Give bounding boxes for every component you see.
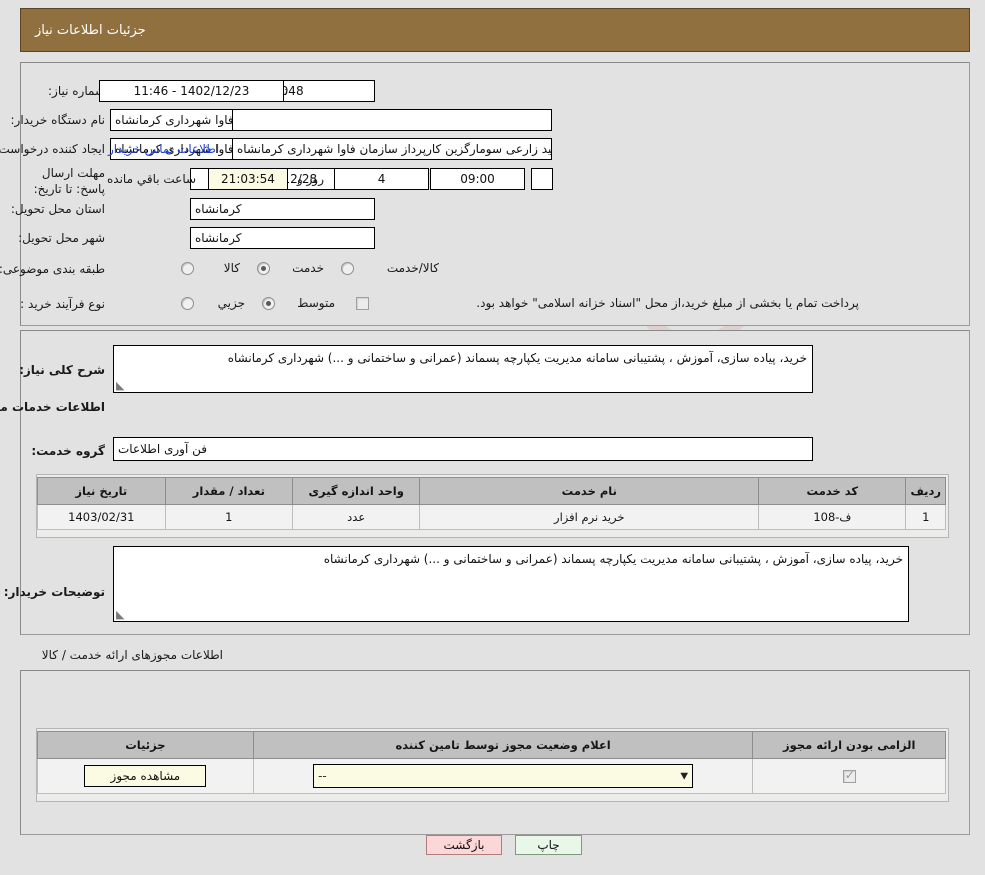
general-desc-textarea[interactable]: خرید، پیاده سازی، آموزش ، پشتیبانی سامان…: [113, 345, 813, 393]
city-label: شهر محل تحویل:: [18, 231, 105, 245]
need-number-label: شماره نیاز:: [48, 84, 105, 98]
buyer-notes-textarea[interactable]: خرید، پیاده سازی، آموزش ، پشتیبانی سامان…: [113, 546, 909, 622]
buyer-org-label: نام دستگاه خریدار:: [10, 113, 106, 127]
province-field[interactable]: کرمانشاه: [190, 198, 375, 220]
th-permit-details: جزئیات: [37, 731, 254, 759]
service-group-field[interactable]: فن آوری اطلاعات: [113, 437, 813, 461]
requester-label: ایجاد کننده درخواست:: [0, 142, 105, 156]
resize-grip-icon[interactable]: ◢: [116, 379, 126, 392]
radio-process-jozii[interactable]: [181, 297, 194, 310]
deadline-time-field[interactable]: 09:00: [430, 168, 525, 190]
permits-table-header-row: الزامی بودن ارائه مجوز اعلام وضعیت مجوز …: [37, 731, 946, 759]
process-label: نوع فرآیند خرید :: [20, 297, 105, 311]
treasury-bonds-checkbox[interactable]: [356, 297, 369, 310]
general-desc-value: خرید، پیاده سازی، آموزش ، پشتیبانی سامان…: [227, 351, 807, 365]
permits-table-wrapper: الزامی بودن ارائه مجوز اعلام وضعیت مجوز …: [36, 728, 949, 802]
radio-category-kala-khedmat-label: کالا/خدمت: [386, 261, 439, 275]
services-table-header-row: ردیف کد خدمت نام خدمت واحد اندازه گیری ت…: [37, 477, 946, 505]
treasury-bonds-text: پرداخت تمام یا بخشی از مبلغ خرید،از محل …: [476, 296, 859, 310]
radio-category-kala-khedmat[interactable]: [341, 262, 354, 275]
remaining-hours-label: ساعت باقي مانده: [107, 172, 197, 186]
cell-permit-details: مشاهده مجوز: [37, 758, 254, 794]
announce-datetime-field[interactable]: 1402/12/23 - 11:46: [99, 80, 284, 102]
table-row: 1 ف-108 خرید نرم افزار عدد 1 1403/02/31: [37, 504, 946, 530]
days-and-label: روز و: [297, 172, 324, 186]
deadline-spacer-field: [531, 168, 553, 190]
cell-permit-required: [752, 758, 946, 794]
remaining-time-field: 21:03:54: [208, 168, 288, 190]
permits-table: الزامی بودن ارائه مجوز اعلام وضعیت مجوز …: [37, 731, 946, 794]
city-field[interactable]: کرمانشاه: [190, 227, 375, 249]
th-quantity: تعداد / مقدار: [164, 477, 294, 505]
cell-quantity: 1: [164, 504, 294, 530]
permit-status-value: --: [318, 769, 327, 783]
radio-process-jozii-label: جزیي: [217, 296, 245, 310]
page-root: جزئیات اطلاعات نیاز شماره نیاز: 11020906…: [0, 0, 985, 875]
th-radif: ردیف: [905, 477, 946, 505]
buyer-org-overflow-field[interactable]: [232, 109, 552, 131]
th-code: کد خدمت: [758, 477, 907, 505]
th-name: نام خدمت: [419, 477, 760, 505]
buyer-notes-value: خرید، پیاده سازی، آموزش ، پشتیبانی سامان…: [323, 552, 903, 566]
page-title-bar: جزئیات اطلاعات نیاز: [20, 8, 970, 52]
radio-process-motevaset[interactable]: [262, 297, 275, 310]
back-button[interactable]: بازگشت: [426, 835, 502, 855]
radio-category-kala-label: کالا: [223, 261, 240, 275]
radio-category-kala[interactable]: [181, 262, 194, 275]
th-permit-required: الزامی بودن ارائه مجوز: [752, 731, 946, 759]
chevron-down-icon: ▼: [680, 771, 689, 781]
service-group-label: گروه خدمت:: [31, 444, 105, 458]
general-desc-label: شرح کلی نیاز:: [19, 363, 105, 377]
table-row: ▼ -- مشاهده مجوز: [37, 758, 946, 794]
category-label: طبقه بندی موضوعی:: [0, 262, 105, 276]
radio-category-khedmat-label: خدمت: [292, 261, 324, 275]
page-title: جزئیات اطلاعات نیاز: [35, 22, 146, 38]
th-unit: واحد اندازه گیری: [292, 477, 421, 505]
th-need-date: تاریخ نیاز: [37, 477, 166, 505]
deadline-label: مهلت ارسال پاسخ: تا تاریخ:: [33, 166, 105, 197]
requester-overflow-field[interactable]: سعید زارعی سومارگزین کارپرداز سازمان فاو…: [232, 138, 552, 160]
permit-required-checkbox: [842, 768, 856, 783]
cell-permit-status: ▼ --: [252, 758, 754, 794]
cell-need-date: 1403/02/31: [37, 504, 166, 530]
services-table-wrapper: ردیف کد خدمت نام خدمت واحد اندازه گیری ت…: [36, 474, 949, 538]
permits-section-title: اطلاعات مجوزهای ارائه خدمت / کالا: [41, 648, 223, 662]
radio-process-motevaset-label: متوسط: [297, 296, 335, 310]
print-button[interactable]: چاپ: [515, 835, 582, 855]
th-permit-status: اعلام وضعیت مجوز توسط تامین کننده: [252, 731, 754, 759]
permit-status-select[interactable]: ▼ --: [313, 764, 694, 788]
buyer-notes-label: توضیحات خریدار:: [3, 585, 105, 599]
buyer-contact-link[interactable]: اطلاعات تماس خریدار: [108, 142, 219, 156]
services-table: ردیف کد خدمت نام خدمت واحد اندازه گیری ت…: [37, 477, 946, 530]
cell-name: خرید نرم افزار: [419, 504, 760, 530]
remaining-days-field: 4: [334, 168, 429, 190]
cell-radif: 1: [905, 504, 946, 530]
view-permit-button[interactable]: مشاهده مجوز: [84, 765, 207, 787]
radio-category-khedmat[interactable]: [257, 262, 270, 275]
province-label: استان محل تحویل:: [10, 202, 105, 216]
services-section-title: اطلاعات خدمات مورد نیاز: [0, 400, 105, 414]
cell-unit: عدد: [292, 504, 421, 530]
resize-grip-icon-2[interactable]: ◢: [116, 608, 126, 621]
cell-code: ف-108: [758, 504, 907, 530]
